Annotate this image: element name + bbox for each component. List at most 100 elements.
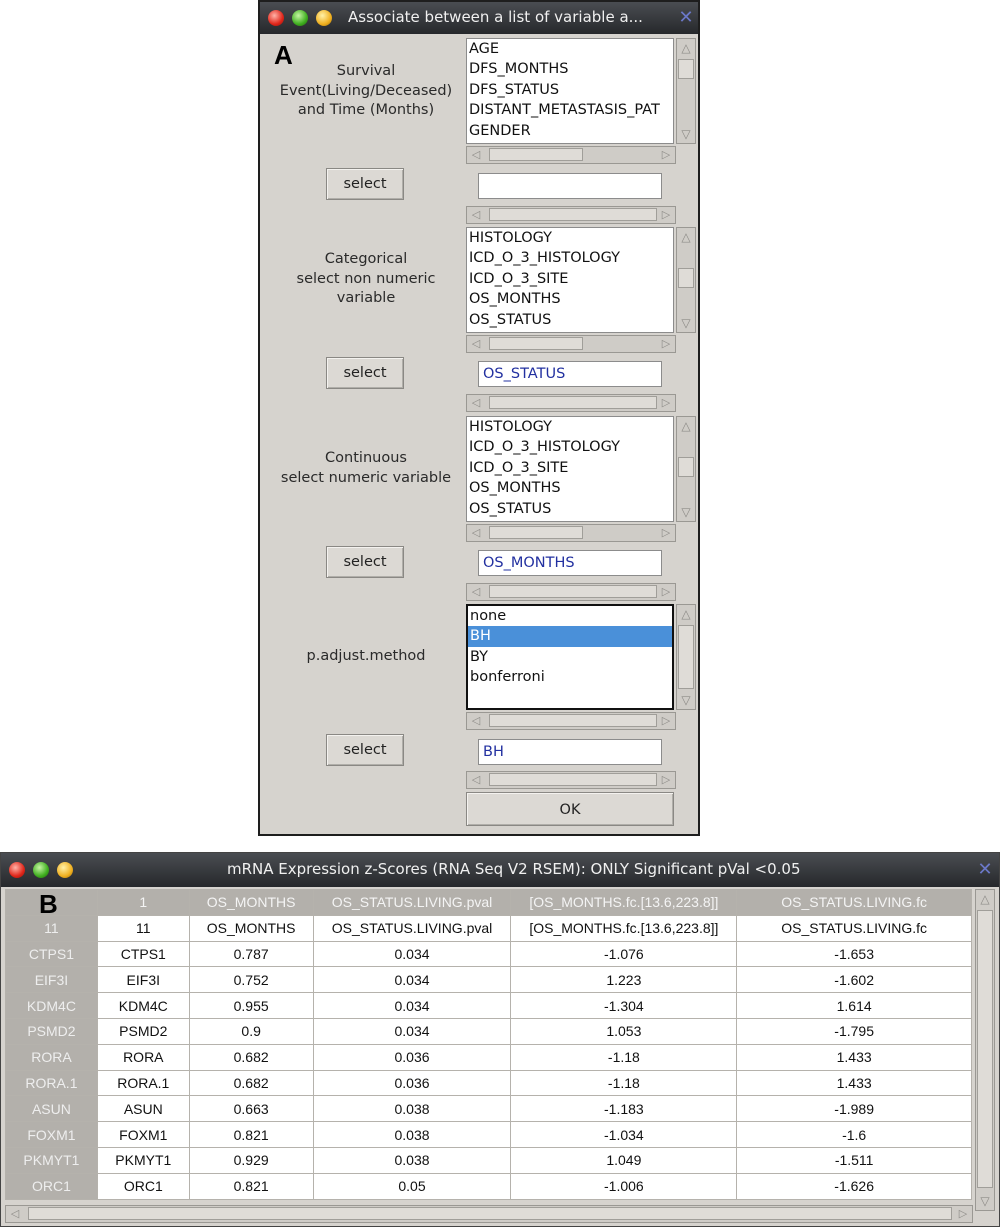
list-item[interactable]: DFS_MONTHS — [467, 59, 673, 79]
table-cell[interactable]: PSMD2 — [96, 1017, 190, 1045]
scroll-thumb[interactable] — [489, 585, 657, 598]
list-item[interactable]: OS_STATUS — [467, 310, 673, 330]
table-cell[interactable]: 1.433 — [736, 1069, 972, 1097]
scroll-up-arrow-icon[interactable]: △ — [677, 605, 695, 623]
row-header[interactable]: RORA.1 — [5, 1069, 98, 1097]
list-item[interactable]: ICD_O_3_SITE — [467, 458, 673, 478]
list-item[interactable]: none — [468, 606, 672, 626]
table-cell[interactable]: OS_MONTHS — [188, 914, 314, 942]
maximize-window-icon[interactable] — [33, 862, 49, 878]
table-row[interactable]: ORC1 ORC1 0.821 0.05 -1.006 -1.626 — [5, 1172, 972, 1200]
scroll-up-arrow-icon[interactable]: △ — [677, 39, 695, 57]
list-item[interactable]: OS_MONTHS — [467, 478, 673, 498]
list-item-selected[interactable]: BH — [468, 626, 672, 647]
close-x-icon[interactable]: ✕ — [676, 8, 696, 28]
column-header[interactable]: OS_MONTHS — [188, 889, 314, 916]
list-item[interactable]: OS_MONTHS — [467, 289, 673, 309]
scroll-thumb[interactable] — [28, 1207, 952, 1220]
table-cell[interactable]: 1.223 — [510, 966, 738, 994]
scroll-up-arrow-icon[interactable]: △ — [677, 228, 695, 246]
close-x-icon[interactable]: ✕ — [975, 860, 995, 880]
row-header[interactable]: CTPS1 — [5, 940, 98, 968]
table-cell[interactable]: RORA — [96, 1043, 190, 1071]
scroll-thumb[interactable] — [678, 457, 694, 477]
table-cell[interactable]: 0.955 — [188, 992, 314, 1019]
table-cell[interactable]: -1.034 — [510, 1121, 738, 1148]
table-cell[interactable]: OS_STATUS.LIVING.fc — [736, 914, 972, 942]
ok-button[interactable]: OK — [466, 792, 674, 826]
table-cell[interactable]: -1.6 — [736, 1121, 972, 1148]
continuous-vertical-scrollbar[interactable]: △ ▽ — [676, 416, 696, 522]
row-header[interactable]: FOXM1 — [5, 1121, 98, 1148]
table-cell[interactable]: 1.053 — [510, 1017, 738, 1045]
table-cell[interactable]: 0.05 — [312, 1172, 512, 1200]
scroll-thumb[interactable] — [489, 148, 583, 161]
table-cell[interactable]: 0.038 — [312, 1095, 512, 1123]
table-cell[interactable]: 0.929 — [188, 1146, 314, 1174]
table-row[interactable]: RORA.1 RORA.1 0.682 0.036 -1.18 1.433 — [5, 1069, 972, 1097]
table-cell[interactable]: 0.036 — [312, 1043, 512, 1071]
table-cell[interactable]: FOXM1 — [96, 1121, 190, 1148]
p-adjust-listbox[interactable]: none BH BY bonferroni — [466, 604, 674, 710]
p-adjust-vertical-scrollbar[interactable]: △ ▽ — [676, 604, 696, 710]
table-row[interactable]: KDM4C KDM4C 0.955 0.034 -1.304 1.614 — [5, 992, 972, 1019]
close-window-icon[interactable] — [268, 10, 284, 26]
maximize-window-icon[interactable] — [292, 10, 308, 26]
scroll-up-arrow-icon[interactable]: △ — [677, 417, 695, 435]
column-header[interactable]: [OS_MONTHS.fc.[13.6,223.8]] — [510, 889, 738, 916]
table-row[interactable]: ASUN ASUN 0.663 0.038 -1.183 -1.989 — [5, 1095, 972, 1123]
scroll-down-arrow-icon[interactable]: ▽ — [677, 314, 695, 332]
table-cell[interactable]: 0.034 — [312, 966, 512, 994]
table-cell[interactable]: -1.602 — [736, 966, 972, 994]
scroll-thumb[interactable] — [489, 526, 583, 539]
scroll-right-arrow-icon[interactable]: ▷ — [657, 336, 675, 352]
scroll-right-arrow-icon[interactable]: ▷ — [954, 1206, 972, 1222]
list-item[interactable]: BY — [468, 647, 672, 667]
table-cell[interactable]: KDM4C — [96, 992, 190, 1019]
table-cell[interactable]: ASUN — [96, 1095, 190, 1123]
table-cell[interactable]: -1.304 — [510, 992, 738, 1019]
table-cell[interactable]: -1.18 — [510, 1043, 738, 1071]
scroll-right-arrow-icon[interactable]: ▷ — [657, 584, 675, 600]
row-header[interactable]: RORA — [5, 1043, 98, 1071]
table-cell[interactable]: 0.821 — [188, 1121, 314, 1148]
list-item[interactable]: GENDER — [467, 121, 673, 141]
row-header[interactable]: PSMD2 — [5, 1017, 98, 1045]
table-cell[interactable]: -1.006 — [510, 1172, 738, 1200]
table-cell[interactable]: [OS_MONTHS.fc.[13.6,223.8]] — [510, 914, 738, 942]
close-window-icon[interactable] — [9, 862, 25, 878]
table-cell[interactable]: 0.682 — [188, 1043, 314, 1071]
p-adjust-entry[interactable]: BH — [478, 739, 662, 765]
list-item[interactable]: DISTANT_METASTASIS_PAT — [467, 100, 673, 120]
continuous-entry-scrollbar[interactable]: ◁ ▷ — [466, 583, 676, 601]
survival-select-button[interactable]: select — [326, 168, 404, 200]
scroll-left-arrow-icon[interactable]: ◁ — [467, 525, 485, 541]
row-header[interactable]: KDM4C — [5, 992, 98, 1019]
scroll-thumb[interactable] — [678, 625, 694, 689]
scroll-thumb[interactable] — [489, 337, 583, 350]
scroll-thumb[interactable] — [678, 59, 694, 79]
table-cell[interactable]: 0.034 — [312, 940, 512, 968]
table-cell[interactable]: 0.787 — [188, 940, 314, 968]
minimize-window-icon[interactable] — [57, 862, 73, 878]
table-cell[interactable]: 0.821 — [188, 1172, 314, 1200]
table-row[interactable]: 11 11 OS_MONTHS OS_STATUS.LIVING.pval [OS_MO… — [5, 914, 972, 942]
table-cell[interactable]: -1.989 — [736, 1095, 972, 1123]
table-cell[interactable]: PKMYT1 — [96, 1146, 190, 1174]
table-row[interactable]: PKMYT1 PKMYT1 0.929 0.038 1.049 -1.511 — [5, 1146, 972, 1174]
table-row[interactable]: EIF3I EIF3I 0.752 0.034 1.223 -1.602 — [5, 966, 972, 994]
table-cell[interactable]: 0.663 — [188, 1095, 314, 1123]
table-cell[interactable]: RORA.1 — [96, 1069, 190, 1097]
scroll-down-arrow-icon[interactable]: ▽ — [976, 1192, 994, 1210]
table-cell[interactable]: OS_STATUS.LIVING.pval — [312, 914, 512, 942]
table-cell[interactable]: CTPS1 — [96, 940, 190, 968]
table-cell[interactable]: 11 — [96, 914, 190, 942]
categorical-select-button[interactable]: select — [326, 357, 404, 389]
scroll-left-arrow-icon[interactable]: ◁ — [467, 147, 485, 163]
table-cell[interactable]: EIF3I — [96, 966, 190, 994]
table-cell[interactable]: -1.626 — [736, 1172, 972, 1200]
categorical-horizontal-scrollbar[interactable]: ◁ ▷ — [466, 335, 676, 353]
minimize-window-icon[interactable] — [316, 10, 332, 26]
scroll-right-arrow-icon[interactable]: ▷ — [657, 147, 675, 163]
continuous-horizontal-scrollbar[interactable]: ◁ ▷ — [466, 524, 676, 542]
